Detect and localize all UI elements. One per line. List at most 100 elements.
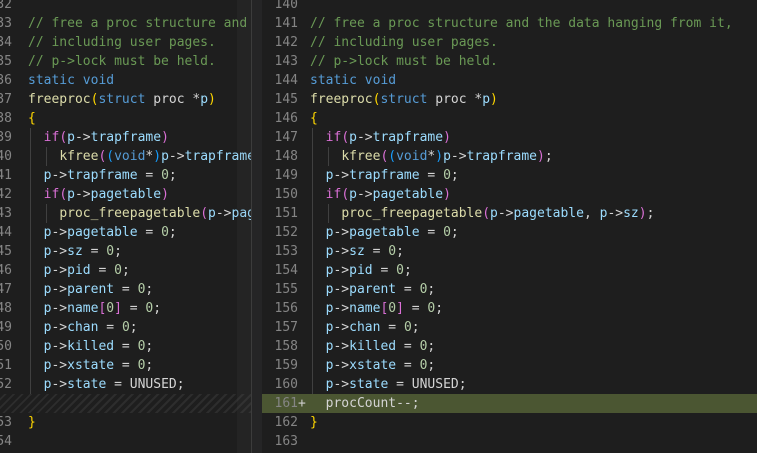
line-number: 49 — [0, 320, 12, 335]
code-token: proc_freepagetable — [341, 206, 483, 221]
code-line[interactable]: 163 — [262, 432, 757, 451]
code-line[interactable]: 39 if(p->trapframe) — [0, 128, 251, 147]
code-line[interactable]: 53} — [0, 413, 251, 432]
code-line[interactable]: 32 — [0, 0, 251, 14]
code-line[interactable]: 50 p->killed = 0; — [0, 337, 251, 356]
indent-guide — [30, 299, 31, 318]
code-line[interactable]: 36 static void — [0, 71, 251, 90]
code-line[interactable]: 157 p->chan = 0; — [262, 318, 757, 337]
line-number: 157 — [274, 320, 298, 335]
added-code-line[interactable]: 161 + procCount--; — [262, 394, 757, 413]
code-line[interactable]: 153 p->sz = 0; — [262, 242, 757, 261]
diff-modified-pane[interactable]: 140 141 // free a proc structure and the d… — [262, 0, 757, 453]
code-line[interactable]: 144 static void — [262, 71, 757, 90]
indent-guide — [312, 204, 313, 223]
line-number: 47 — [0, 282, 12, 297]
code-token: chan — [349, 320, 381, 335]
diff-filler-row[interactable] — [0, 394, 251, 413]
code-line[interactable]: 54 — [0, 432, 251, 451]
indent-guide — [327, 147, 329, 166]
code-token: trapframe — [349, 168, 420, 183]
code-token: -> — [333, 282, 350, 297]
code-token: if — [325, 130, 342, 145]
code-line[interactable]: 45 p->sz = 0; — [0, 242, 251, 261]
code-line[interactable]: 52 p->state = UNUSED; — [0, 375, 251, 394]
code-line[interactable]: 154 p->pid = 0; — [262, 261, 757, 280]
code-line[interactable]: 33 // free a proc structure and — [0, 14, 251, 33]
code-text: p->chan = 0; — [28, 318, 138, 337]
code-line[interactable]: 155 p->parent = 0; — [262, 280, 757, 299]
code-token: 0 — [443, 168, 451, 183]
code-token: ; — [435, 301, 444, 316]
code-token: ( — [200, 206, 209, 221]
code-token: -> — [497, 206, 514, 221]
line-number: 54 — [0, 434, 12, 449]
line-number: 38 — [0, 111, 12, 126]
indent-guide — [30, 147, 31, 166]
code-token: ( — [59, 187, 68, 202]
code-line[interactable]: 46 p->pid = 0; — [0, 261, 251, 280]
line-number: 51 — [0, 358, 12, 373]
code-line[interactable]: 148 kfree((void*)p->trapframe); — [262, 147, 757, 166]
code-line[interactable]: 35 // p->lock must be held. — [0, 52, 251, 71]
code-line[interactable]: 40 kfree((void*)p->trapframe — [0, 147, 251, 166]
code-token: parent — [67, 282, 115, 297]
code-token: // p->lock must be held. — [310, 54, 498, 69]
code-token: ) — [638, 206, 647, 221]
code-line[interactable]: 156 p->name[0] = 0; — [262, 299, 757, 318]
code-line[interactable]: 43 proc_freepagetable(p->pag — [0, 204, 251, 223]
code-line[interactable]: 140 — [262, 0, 757, 14]
code-token: ; — [427, 358, 436, 373]
code-text: p->sz = 0; — [310, 242, 404, 261]
code-text: if(p->trapframe) — [28, 128, 169, 147]
code-line[interactable]: 150 if(p->pagetable) — [262, 185, 757, 204]
line-number: 53 — [0, 415, 12, 430]
line-number: 154 — [274, 263, 298, 278]
code-line[interactable]: 147 if(p->trapframe) — [262, 128, 757, 147]
line-number: 50 — [0, 339, 12, 354]
code-token: -> — [168, 149, 185, 164]
code-token: -> — [333, 263, 350, 278]
code-text: } — [28, 413, 36, 432]
code-line[interactable]: 145 freeproc(struct proc *p) — [262, 90, 757, 109]
code-line[interactable]: 41 p->trapframe = 0; — [0, 166, 251, 185]
code-line[interactable]: 149 p->trapframe = 0; — [262, 166, 757, 185]
code-line[interactable]: 44 p->pagetable = 0; — [0, 223, 251, 242]
code-line[interactable]: 142 // including user pages. — [262, 33, 757, 52]
code-line[interactable]: 152 p->pagetable = 0; — [262, 223, 757, 242]
code-line[interactable]: 162} — [262, 413, 757, 432]
code-token: p — [349, 130, 357, 145]
code-line[interactable]: 160 p->state = UNUSED; — [262, 375, 757, 394]
code-line[interactable]: 37 freeproc(struct proc *p) — [0, 90, 251, 109]
code-token: ; — [411, 320, 420, 335]
code-line[interactable]: 143 // p->lock must be held. — [262, 52, 757, 71]
indent-guide — [30, 242, 31, 261]
code-line[interactable]: 34 // including user pages. — [0, 33, 251, 52]
indent-guide — [30, 166, 31, 185]
code-text: p->killed = 0; — [28, 337, 153, 356]
code-line[interactable]: 151 proc_freepagetable(p->pagetable, p->… — [262, 204, 757, 223]
code-line[interactable]: 146 { — [262, 109, 757, 128]
code-line[interactable]: 51 p->xstate = 0; — [0, 356, 251, 375]
code-line[interactable]: 38 { — [0, 109, 251, 128]
code-line[interactable]: 42 if(p->pagetable) — [0, 185, 251, 204]
original-pane-scrollbar[interactable] — [237, 0, 251, 453]
code-line[interactable]: 47 p->parent = 0; — [0, 280, 251, 299]
diff-original-pane[interactable]: 32 33 // free a proc structure and 34 // inc… — [0, 0, 251, 453]
code-line[interactable]: 49 p->chan = 0; — [0, 318, 251, 337]
code-line[interactable]: 141 // free a proc structure and the data… — [262, 14, 757, 33]
code-token: -> — [333, 225, 350, 240]
code-token: ; — [427, 282, 436, 297]
line-number: 36 — [0, 73, 12, 88]
indent-guide — [30, 280, 31, 299]
code-line[interactable]: 48 p->name[0] = 0; — [0, 299, 251, 318]
code-line[interactable]: 158 p->killed = 0; — [262, 337, 757, 356]
code-token: -> — [333, 320, 350, 335]
code-token: ] — [114, 301, 122, 316]
code-text: } — [310, 413, 318, 432]
code-token: } — [28, 415, 36, 430]
code-line[interactable]: 159 p->xstate = 0; — [262, 356, 757, 375]
diff-split-divider[interactable] — [251, 0, 262, 453]
